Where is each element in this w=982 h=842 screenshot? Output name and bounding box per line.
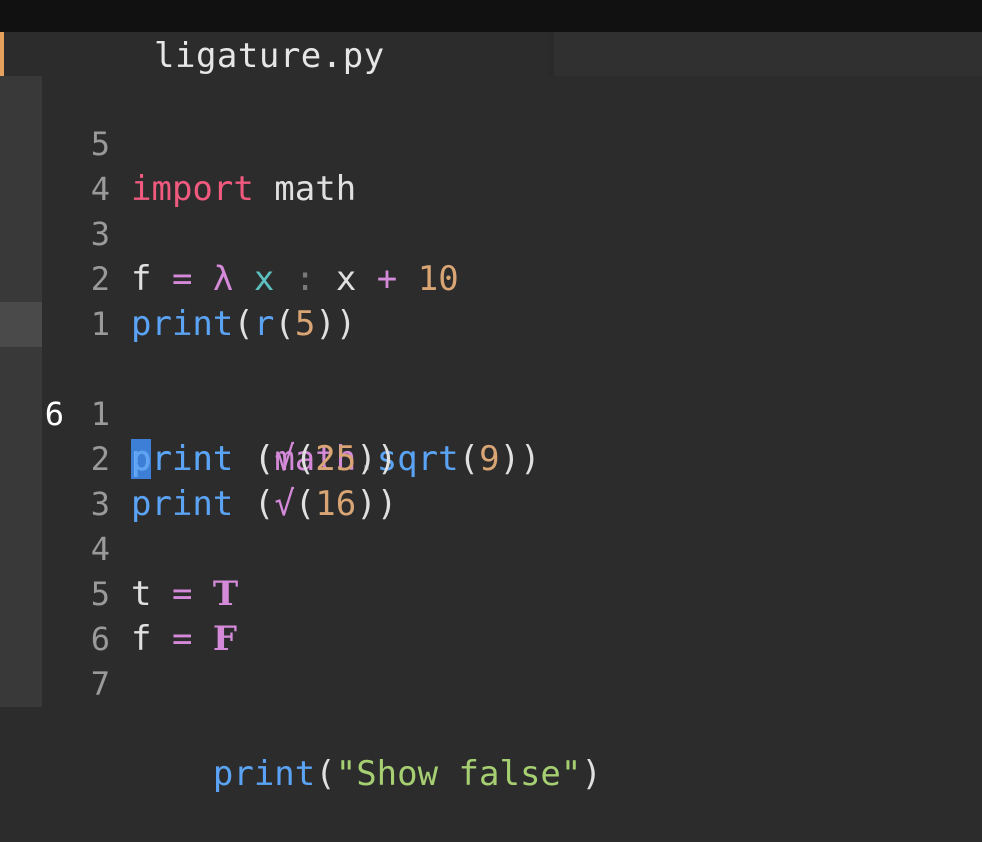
window-titlebar [0, 0, 982, 32]
code-line[interactable]: 1 print (√(25)) [0, 347, 982, 479]
code-line[interactable]: 8 print("Show false") [0, 662, 982, 794]
code-line[interactable]: 5 import math [0, 77, 982, 209]
tab-bar: ligature.py [0, 32, 982, 76]
code-line[interactable]: 6 [0, 572, 982, 658]
code-line[interactable]: 3 [0, 437, 982, 523]
tab-title: ligature.py [154, 36, 385, 76]
code-line[interactable]: 4 t = T [0, 482, 982, 614]
function-token: print [212, 754, 316, 794]
code-line-current[interactable]: 6 print (math.sqrt(9)) [0, 302, 982, 479]
current-line-gutter-highlight [0, 302, 42, 347]
code-line[interactable]: 2 print(r(5)) [0, 212, 982, 344]
code-editor[interactable]: 5 import math 4 3 f = λ x : x + 10 2 pri… [0, 77, 982, 794]
code-line[interactable]: 1 [0, 257, 982, 343]
code-line[interactable]: 3 f = λ x : x + 10 [0, 167, 982, 299]
code-line[interactable]: 4 [0, 122, 982, 208]
tab-divider [548, 32, 554, 76]
paren-token: ( [315, 754, 336, 794]
code-line[interactable]: 2 print (√(16)) [0, 392, 982, 524]
code-line[interactable]: 5 f = F [0, 527, 982, 659]
string-token: "Show false" [335, 754, 582, 794]
tab-ligature-py[interactable]: ligature.py [0, 32, 548, 76]
code-text[interactable]: print("Show false") [131, 752, 602, 797]
code-line[interactable]: 7 if t ∧ f: [0, 617, 982, 749]
indent-token [131, 754, 213, 794]
editor-bottom-area [0, 707, 982, 742]
tab-active-indicator [0, 32, 4, 76]
paren-token: ) [581, 754, 602, 794]
